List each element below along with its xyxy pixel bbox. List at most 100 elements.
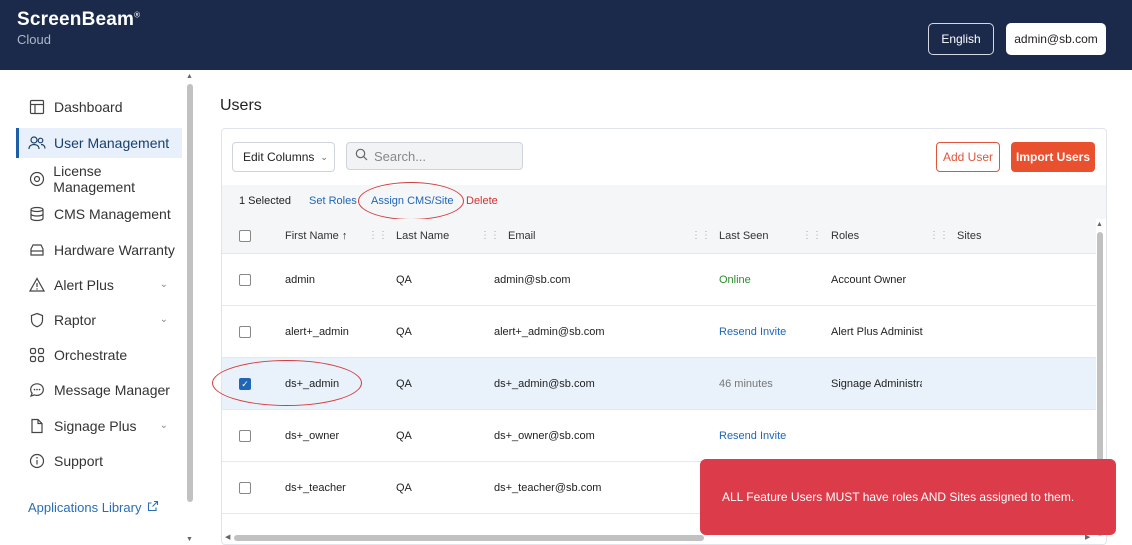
sidebar-item-signage-plus[interactable]: Signage Plus ⌄ [16,411,182,441]
column-header-sites[interactable]: Sites [957,230,981,242]
cell-first-name: ds+_teacher [285,482,346,494]
file-icon [28,417,46,435]
layout-icon [28,98,46,116]
sidebar-item-label: Alert Plus [54,277,114,293]
set-roles-link[interactable]: Set Roles [309,195,357,207]
row-checkbox[interactable]: ✓ [239,378,251,390]
shield-icon [28,311,46,329]
assign-cms-site-link[interactable]: Assign CMS/Site [371,195,454,207]
column-header-roles[interactable]: Roles [831,230,859,242]
delete-link[interactable]: Delete [466,195,498,207]
column-header-email[interactable]: Email [508,230,536,242]
selected-count: 1 Selected [239,195,291,207]
sidebar-item-hardware-warranty[interactable]: Hardware Warranty [16,235,182,265]
sidebar-item-label: Message Manager [54,382,170,398]
applications-library-label: Applications Library [28,500,142,515]
column-header-last-seen[interactable]: Last Seen [719,230,769,242]
sidebar-item-label: CMS Management [54,206,171,222]
sidebar-item-cms-management[interactable]: CMS Management [16,199,182,229]
table-row[interactable]: alert+_admin QA alert+_admin@sb.com Rese… [222,306,1096,358]
scroll-left-arrow-icon[interactable]: ◀ [225,533,230,541]
table-row[interactable]: admin QA admin@sb.com Online Account Own… [222,254,1096,306]
sidebar-item-label: Support [54,453,104,469]
cell-email: ds+_teacher@sb.com [494,482,602,494]
sidebar-item-alert-plus[interactable]: Alert Plus ⌄ [16,270,182,300]
user-account-button[interactable]: admin@sb.com [1006,23,1106,55]
chevron-down-icon: ⌄ [159,314,168,325]
row-checkbox[interactable] [239,482,251,494]
column-header-first-name[interactable]: First Name ↑ [285,230,347,242]
column-resize-grip-icon[interactable]: ⋮⋮ [802,230,822,241]
sidebar-scrollbar[interactable] [187,84,193,502]
cell-email: ds+_admin@sb.com [494,378,595,390]
language-button[interactable]: English [928,23,994,55]
checkmark-icon: ✓ [241,378,249,389]
sidebar-item-dashboard[interactable]: Dashboard [16,92,182,122]
brand-subtitle: Cloud [17,32,51,47]
column-resize-grip-icon[interactable]: ⋮⋮ [368,230,388,241]
cell-last-name: QA [396,430,412,442]
cell-first-name: ds+_owner [285,430,340,442]
brand-name: ScreenBeam [17,9,135,30]
resend-invite-link[interactable]: Resend Invite [719,430,786,442]
edit-columns-label: Edit Columns [243,150,315,164]
database-icon [28,205,46,223]
cell-last-seen: Online [719,274,751,286]
cell-roles: Signage Administra [831,378,922,390]
table-header: First Name ↑ ⋮⋮ Last Name ⋮⋮ Email ⋮⋮ La… [222,219,1096,254]
external-link-icon [147,500,159,515]
scroll-up-arrow-icon[interactable]: ▲ [1096,221,1103,228]
cell-last-name: QA [396,378,412,390]
sidebar-item-label: Raptor [54,312,97,328]
license-icon [28,170,45,188]
import-users-button[interactable]: Import Users [1011,142,1095,172]
select-all-checkbox[interactable] [239,230,251,242]
row-checkbox[interactable] [239,430,251,442]
edit-columns-dropdown[interactable]: Edit Columns ⌄ [232,142,335,172]
search-icon [355,148,368,164]
table-toolbar: Edit Columns ⌄ Search... Add User Import… [232,142,1095,172]
table-row[interactable]: ✓ ds+_admin QA ds+_admin@sb.com 46 minut… [222,358,1096,410]
sidebar-item-license-management[interactable]: License Management [16,163,182,195]
chevron-down-icon: ⌄ [159,279,168,290]
row-checkbox[interactable] [239,274,251,286]
applications-library-link[interactable]: Applications Library [28,500,159,515]
search-input[interactable]: Search... [346,142,523,170]
cell-last-name: QA [396,482,412,494]
resend-invite-link[interactable]: Resend Invite [719,326,786,338]
sidebar-item-label: Orchestrate [54,347,128,363]
sidebar-item-support[interactable]: Support [16,446,182,476]
sidebar-item-label: License Management [53,163,136,195]
column-resize-grip-icon[interactable]: ⋮⋮ [480,230,500,241]
scroll-up-arrow-icon[interactable]: ▲ [186,73,193,80]
column-header-last-name[interactable]: Last Name [396,230,449,242]
info-icon [28,452,46,470]
error-toast[interactable]: ALL Feature Users MUST have roles AND Si… [700,459,1116,535]
sidebar-item-label: Hardware Warranty [54,242,175,258]
add-user-button[interactable]: Add User [936,142,1000,172]
sidebar-item-label: Signage Plus [54,418,137,434]
sidebar-item-message-manager[interactable]: Message Manager ⌄ [16,375,182,405]
column-resize-grip-icon[interactable]: ⋮⋮ [691,230,711,241]
brand-logo[interactable]: ScreenBeam® Cloud [17,9,140,47]
cell-first-name: alert+_admin [285,326,349,338]
top-bar: ScreenBeam® Cloud English admin@sb.com [0,0,1132,70]
cell-last-name: QA [396,326,412,338]
sidebar-item-raptor[interactable]: Raptor ⌄ [16,305,182,335]
sidebar-item-user-management[interactable]: User Management [16,128,182,158]
scroll-down-arrow-icon[interactable]: ▼ [186,536,193,543]
column-resize-grip-icon[interactable]: ⋮⋮ [929,230,949,241]
sidebar-item-label: Dashboard [54,99,123,115]
cell-roles: Alert Plus Administ [831,326,923,338]
cell-first-name: ds+_admin [285,378,340,390]
row-checkbox[interactable] [239,326,251,338]
sidebar-item-orchestrate[interactable]: Orchestrate [16,340,182,370]
table-horizontal-scrollbar[interactable] [234,535,704,541]
cell-first-name: admin [285,274,315,286]
message-icon [28,381,46,399]
brand-mark: ® [134,10,141,20]
alert-icon [28,276,46,294]
table-row[interactable]: ds+_owner QA ds+_owner@sb.com Resend Inv… [222,410,1096,462]
selection-bar: 1 Selected Set Roles Assign CMS/Site Del… [222,185,1106,219]
chevron-down-icon: ⌄ [320,151,328,162]
